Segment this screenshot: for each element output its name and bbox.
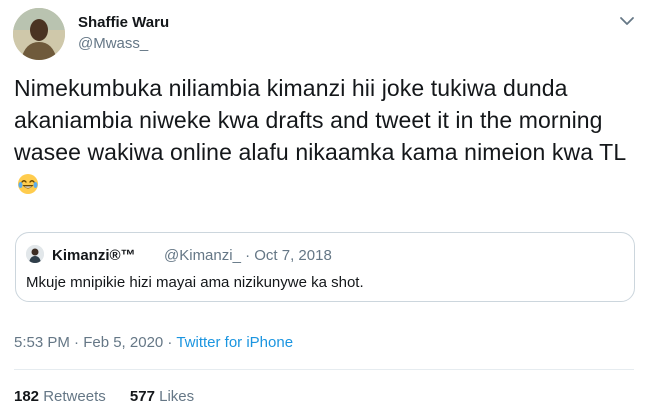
quoted-author-name: Kimanzi®™: [52, 247, 136, 264]
retweets-count: 182: [14, 388, 40, 405]
tweet-body: Nimekumbuka niliambia kimanzi hii joke t…: [14, 75, 627, 165]
likes-label: Likes: [159, 388, 195, 405]
source-link[interactable]: Twitter for iPhone: [176, 334, 293, 351]
chevron-down-icon[interactable]: [618, 14, 636, 28]
author-handle[interactable]: @Mwass_: [78, 35, 148, 52]
retweets-label: Retweets: [43, 388, 106, 405]
timestamp[interactable]: 5:53 PM · Feb 5, 2020 ·: [14, 334, 176, 351]
author-avatar[interactable]: [13, 8, 65, 60]
tweet-text: Nimekumbuka niliambia kimanzi hii joke t…: [14, 72, 634, 200]
avatar-image: [13, 8, 65, 60]
tweet-meta: 5:53 PM · Feb 5, 2020 · Twitter for iPho…: [14, 334, 293, 351]
author-name[interactable]: Shaffie Waru: [78, 14, 169, 31]
likes-count: 577: [129, 388, 155, 405]
divider: [14, 369, 634, 370]
likes-stat[interactable]: 577 Likes: [130, 388, 194, 405]
quoted-avatar: [26, 245, 44, 263]
quoted-tweet-text: Mkuje mnipikie hizi mayai ama nizikunywe…: [26, 274, 364, 291]
quoted-tweet[interactable]: Kimanzi®™ @Kimanzi_ · Oct 7, 2018 Mkuje …: [15, 232, 635, 302]
tweet-stats: 182 Retweets 577 Likes: [14, 388, 214, 405]
face-with-tears-of-joy-icon: [18, 174, 38, 194]
quoted-avatar-image: [26, 245, 44, 263]
quoted-handle-date: @Kimanzi_ · Oct 7, 2018: [164, 247, 332, 264]
retweets-stat[interactable]: 182 Retweets: [14, 388, 106, 405]
